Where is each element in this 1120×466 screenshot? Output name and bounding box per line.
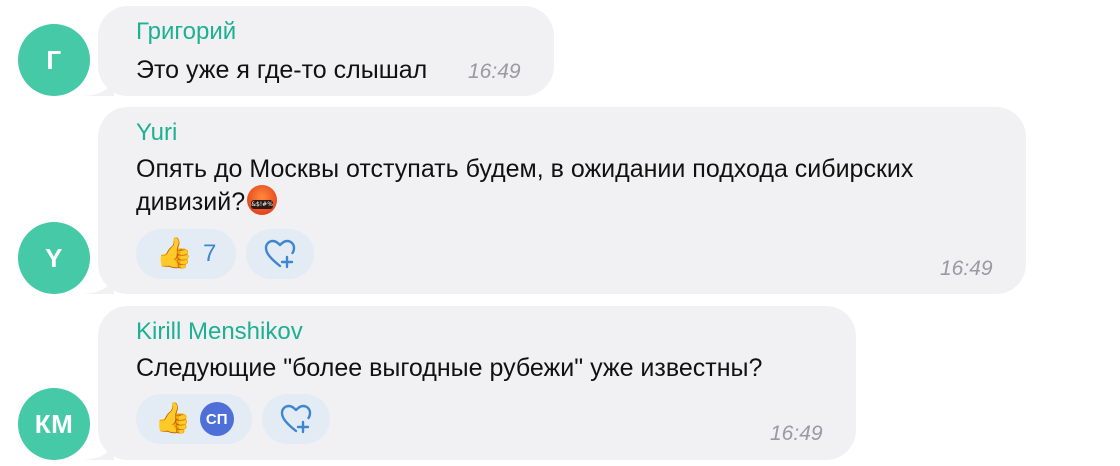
message-text-line: Опять до Москвы отступать будем, в ожида… bbox=[136, 155, 914, 183]
message-time: 16:49 bbox=[770, 422, 823, 445]
message-text-line-2: дивизий? &$!#% bbox=[136, 185, 913, 218]
reaction-thumbs-up[interactable]: 👍 7 bbox=[136, 229, 236, 279]
reaction-count: 7 bbox=[203, 240, 217, 267]
message-text: Опять до Москвы отступать будем, в ожида… bbox=[136, 153, 913, 218]
avatar[interactable]: Y bbox=[18, 222, 90, 294]
chat-history: Г Григорий Это уже я где-то слышал 16:49… bbox=[0, 0, 1120, 466]
emoji-symbols: &$!#% bbox=[251, 200, 274, 209]
avatar[interactable]: КМ bbox=[18, 388, 90, 460]
bubble-tail bbox=[84, 270, 114, 294]
reaction-thumbs-up[interactable]: 👍 СП bbox=[136, 394, 252, 444]
avatar-initials: КМ bbox=[34, 408, 74, 439]
message-bubble[interactable]: Yuri Опять до Москвы отступать будем, в … bbox=[98, 107, 1026, 294]
add-reaction-button[interactable] bbox=[246, 229, 314, 279]
message-time: 16:49 bbox=[468, 60, 521, 83]
heart-plus-icon bbox=[280, 404, 312, 434]
thumbs-up-icon: 👍 bbox=[155, 237, 193, 270]
reactor-avatar: СП bbox=[199, 402, 234, 436]
message-bubble[interactable]: Kirill Menshikov Следующие "более выгодн… bbox=[98, 306, 856, 460]
sender-name[interactable]: Григорий bbox=[136, 18, 236, 46]
sender-name[interactable]: Yuri bbox=[136, 119, 177, 147]
heart-plus-icon bbox=[264, 239, 296, 269]
avatar-initials: Y bbox=[45, 242, 63, 273]
thumbs-up-icon: 👍 bbox=[154, 402, 192, 435]
message-text: Это уже я где-то слышал bbox=[136, 56, 428, 84]
bubble-tail bbox=[84, 436, 114, 460]
message-text-line: дивизий? bbox=[136, 188, 246, 216]
message-time: 16:49 bbox=[940, 257, 993, 280]
avatar[interactable]: Г bbox=[18, 24, 90, 96]
angry-face-emoji-icon: &$!#% bbox=[247, 185, 278, 215]
bubble-tail bbox=[84, 72, 114, 96]
sender-name[interactable]: Kirill Menshikov bbox=[136, 318, 303, 346]
message-bubble[interactable]: Григорий Это уже я где-то слышал 16:49 bbox=[98, 6, 554, 96]
message-text: Следующие "более выгодные рубежи" уже из… bbox=[136, 354, 763, 382]
add-reaction-button[interactable] bbox=[262, 394, 330, 444]
avatar-initials: Г bbox=[46, 44, 62, 75]
